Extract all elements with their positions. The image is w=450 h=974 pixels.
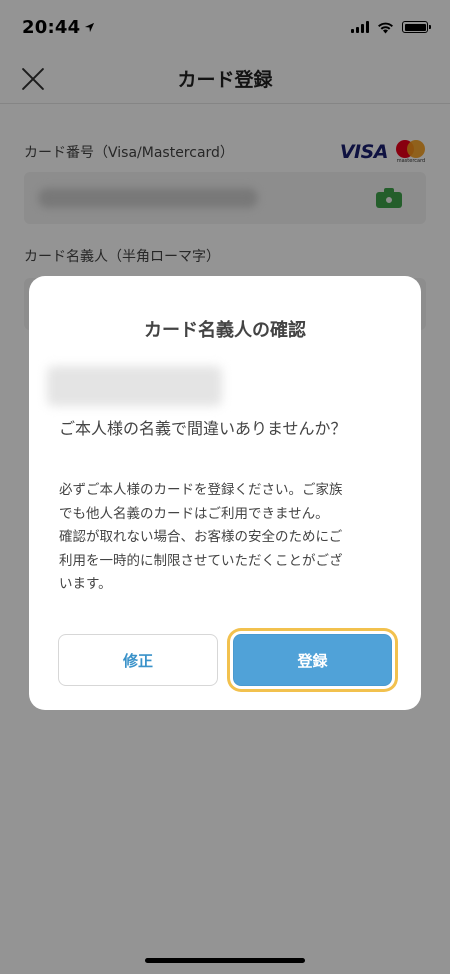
dialog-notice: 必ずご本人様のカードを登録ください。ご家族 でも他人名義のカードはご利用できませ… bbox=[59, 482, 343, 592]
edit-button[interactable]: 修正 bbox=[58, 634, 218, 686]
home-indicator bbox=[145, 958, 305, 963]
register-button[interactable]: 登録 bbox=[233, 634, 392, 686]
dialog-title: カード名義人の確認 bbox=[144, 320, 306, 341]
dialog-question: ご本人様の名義で間違いありませんか？ bbox=[59, 419, 347, 438]
card-holder-name-masked bbox=[47, 366, 222, 406]
confirm-dialog: カード名義人の確認 ご本人様の名義で間違いありませんか？ 必ずご本人様のカードを… bbox=[29, 276, 421, 710]
